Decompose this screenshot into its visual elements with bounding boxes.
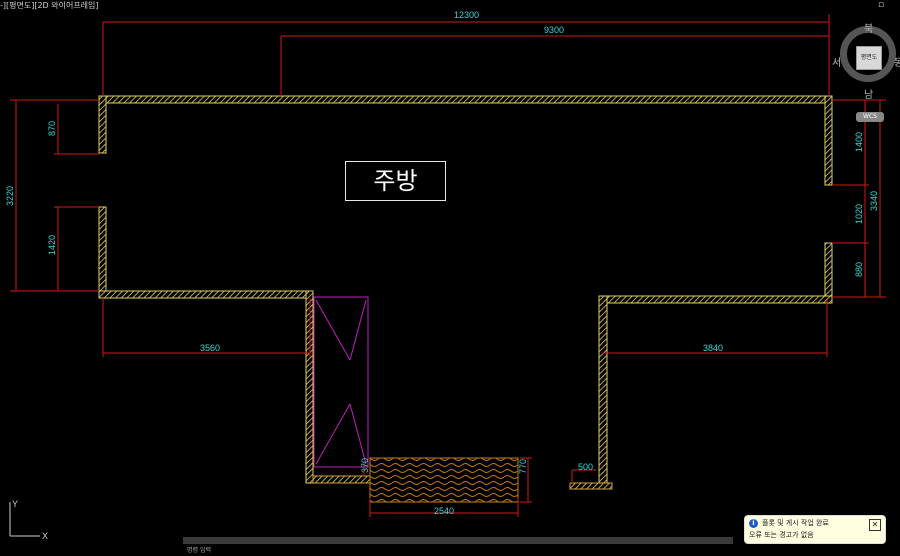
notification-body: 오류 또는 경고가 없음 <box>749 531 814 539</box>
dim-door-small: 370 <box>360 458 370 473</box>
ucs-y-label: Y <box>12 499 18 509</box>
command-prompt[interactable]: 명령 입력 <box>187 547 211 554</box>
dim-small-right: 500 <box>578 462 593 472</box>
dimension-lines <box>10 14 886 517</box>
ucs-icon: Y X <box>9 499 48 541</box>
dim-bottom-left: 3560 <box>200 343 220 353</box>
minimize-icon[interactable]: ▫ <box>878 0 888 10</box>
dim-right-upper: 1400 <box>854 132 864 152</box>
info-icon: i <box>749 519 758 528</box>
close-icon[interactable]: ✕ <box>869 519 881 531</box>
dim-right-overall: 3340 <box>869 191 879 211</box>
notification-balloon[interactable]: i 플롯 및 게시 작업 완료 오류 또는 경고가 없음 ✕ <box>744 515 886 544</box>
wcs-button[interactable]: WCS <box>856 112 884 122</box>
dim-bottom-right: 3840 <box>703 343 723 353</box>
viewcube-face[interactable]: 평면도 <box>856 46 882 70</box>
wood-panel <box>369 457 519 503</box>
dim-right-lower: 880 <box>854 262 864 277</box>
door-symbol <box>313 296 369 468</box>
ucs-x-label: X <box>42 531 48 541</box>
notification-title: 플롯 및 게시 작업 완료 <box>762 519 829 527</box>
dim-top-overall: 12300 <box>454 10 479 20</box>
compass-south[interactable]: 남 <box>864 86 873 101</box>
compass-east[interactable]: 동 <box>894 54 900 69</box>
command-line[interactable]: 명령 입력 <box>183 537 733 554</box>
dim-top-inner: 9300 <box>544 25 564 35</box>
dim-left-lower: 1420 <box>47 235 57 255</box>
viewcube[interactable]: 북 서 동 남 평면도 WCS <box>832 20 900 122</box>
dim-right-mid: 1020 <box>854 204 864 224</box>
dim-left-upper: 870 <box>47 121 57 136</box>
compass-west[interactable]: 서 <box>832 54 841 69</box>
dim-wood-width: 2540 <box>434 506 454 516</box>
dim-wood-height: 770 <box>518 459 528 474</box>
walls <box>98 95 833 490</box>
drawing-canvas: 12300 9300 3220 870 1420 3340 1400 1020 … <box>5 10 886 517</box>
compass-north[interactable]: 북 <box>864 20 873 35</box>
room-label[interactable]: 주방 <box>345 161 446 201</box>
dim-left-overall: 3220 <box>5 186 15 206</box>
